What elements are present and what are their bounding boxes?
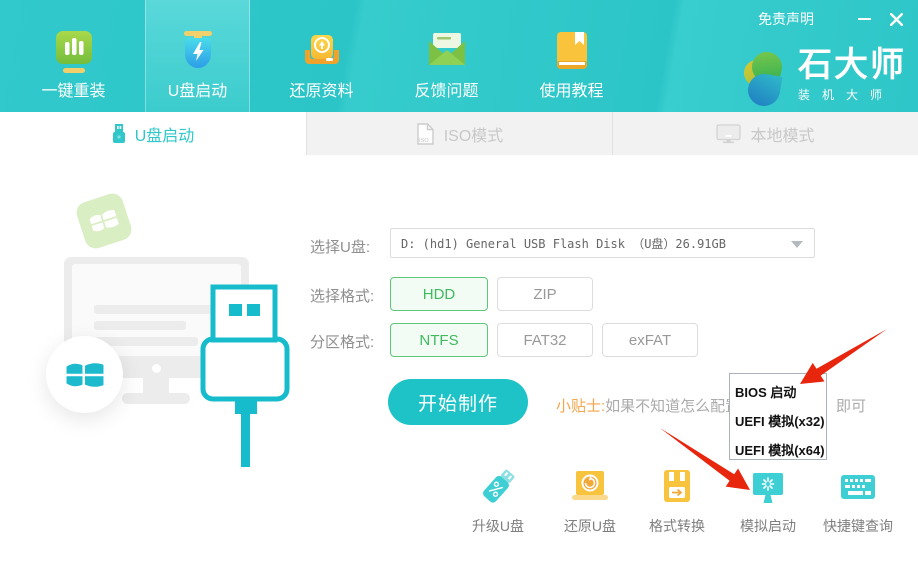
- feedback-mail-icon: [424, 28, 470, 74]
- monitor-icon: [716, 124, 741, 144]
- nav-label: 还原资料: [289, 84, 353, 100]
- tab-local-mode[interactable]: 本地模式: [612, 112, 918, 155]
- format-convert-icon: [657, 467, 697, 509]
- nav-label: U盘启动: [168, 84, 228, 100]
- tool-format-convert[interactable]: 格式转换: [632, 467, 722, 536]
- monitor-base: [122, 393, 190, 404]
- nav-item-restore-data[interactable]: 还原资料: [269, 0, 374, 112]
- tab-label: 本地模式: [750, 122, 814, 146]
- restore-data-icon: [299, 28, 345, 74]
- nav-label: 反馈问题: [414, 84, 478, 100]
- simulate-boot-icon: [748, 467, 788, 509]
- partition-label: 分区格式:: [310, 331, 374, 352]
- boot-mode-popup: BIOS 启动 UEFI 模拟(x32) UEFI 模拟(x64): [729, 373, 827, 460]
- main-panel: 选择U盘: D: (hd1) General USB Flash Disk （U…: [0, 155, 918, 578]
- windows-flag-icon: [85, 202, 123, 240]
- tool-restore-usb[interactable]: 还原U盘: [545, 467, 635, 536]
- tool-label: 升级U盘: [472, 516, 524, 536]
- tip-prefix: 小贴士:: [556, 398, 605, 415]
- usb-upgrade-icon: [478, 467, 518, 509]
- partition-option-fat32[interactable]: FAT32: [497, 323, 593, 357]
- usb-select-value: D: (hd1) General USB Flash Disk （U盘）26.9…: [401, 235, 726, 252]
- popup-item-uefi-x64[interactable]: UEFI 模拟(x64): [735, 436, 826, 465]
- tutorial-book-icon: [549, 28, 595, 74]
- format-option-zip[interactable]: ZIP: [497, 277, 593, 311]
- app-window: 一键重装 U盘启动: [0, 0, 918, 578]
- format-label: 选择格式:: [310, 285, 374, 306]
- windows-badge-illustration: [74, 191, 134, 251]
- mode-tabs: U盘启动 ISO ISO模式 本地模式: [0, 112, 918, 155]
- bar-chart-icon: [51, 28, 97, 74]
- tab-iso-mode[interactable]: ISO ISO模式: [306, 112, 612, 155]
- popup-item-bios[interactable]: BIOS 启动: [735, 378, 826, 407]
- nav-label: 一键重装: [41, 84, 105, 100]
- usb-select-dropdown[interactable]: D: (hd1) General USB Flash Disk （U盘）26.9…: [390, 228, 815, 258]
- minimize-icon: [858, 18, 871, 20]
- nav-item-feedback[interactable]: 反馈问题: [394, 0, 499, 112]
- tab-label: U盘启动: [135, 122, 195, 146]
- tool-simulate-boot[interactable]: 模拟启动: [723, 467, 813, 536]
- tool-upgrade-usb[interactable]: 升级U盘: [453, 467, 543, 536]
- partition-option-ntfs[interactable]: NTFS: [390, 323, 488, 357]
- nav-item-tutorial[interactable]: 使用教程: [519, 0, 624, 112]
- brand-swirl-icon: [744, 52, 790, 108]
- tab-label: ISO模式: [444, 122, 504, 146]
- titlebar: 一键重装 U盘启动: [0, 0, 918, 112]
- windows-flag-icon: [64, 354, 106, 396]
- windows-circle-illustration: [46, 336, 123, 413]
- disclaimer-link[interactable]: 免责声明: [758, 10, 814, 28]
- tool-hotkey-query[interactable]: 快捷键查询: [813, 467, 903, 536]
- tool-label: 模拟启动: [740, 516, 796, 536]
- usb-restore-icon: [570, 467, 610, 509]
- usb-drive-icon: [112, 124, 126, 144]
- format-option-hdd[interactable]: HDD: [390, 277, 488, 311]
- hotkey-query-icon: [838, 467, 878, 509]
- start-make-button[interactable]: 开始制作: [388, 379, 528, 425]
- tab-usb-boot[interactable]: U盘启动: [0, 112, 306, 155]
- popup-item-uefi-x32[interactable]: UEFI 模拟(x32): [735, 407, 826, 436]
- partition-option-exfat[interactable]: exFAT: [602, 323, 698, 357]
- nav-item-usb-boot[interactable]: U盘启动: [145, 0, 250, 112]
- tool-label: 快捷键查询: [823, 516, 893, 536]
- minimize-button[interactable]: [854, 10, 874, 28]
- tip-text: 小贴士:如果不知道怎么配置: [556, 395, 740, 416]
- brand-name: 石大师: [798, 46, 906, 84]
- chevron-down-icon: [791, 241, 803, 248]
- tool-label: 还原U盘: [564, 516, 616, 536]
- iso-file-icon: ISO: [416, 123, 435, 145]
- close-icon: [890, 13, 903, 26]
- iso-badge-text: ISO: [419, 138, 429, 144]
- usb-select-label: 选择U盘:: [310, 236, 370, 257]
- brand-tagline: 装机大师: [798, 86, 906, 103]
- nav-label: 使用教程: [539, 84, 603, 100]
- tool-label: 格式转换: [649, 516, 705, 536]
- usb-plug-illustration: [196, 282, 296, 467]
- brand-logo: 石大师 装机大师: [744, 46, 906, 108]
- monitor-stand: [143, 377, 169, 394]
- tip-text-suffix: 即可: [836, 395, 866, 416]
- usb-shield-icon: [175, 28, 221, 74]
- close-button[interactable]: [886, 10, 906, 28]
- nav-item-reinstall[interactable]: 一键重装: [21, 0, 126, 112]
